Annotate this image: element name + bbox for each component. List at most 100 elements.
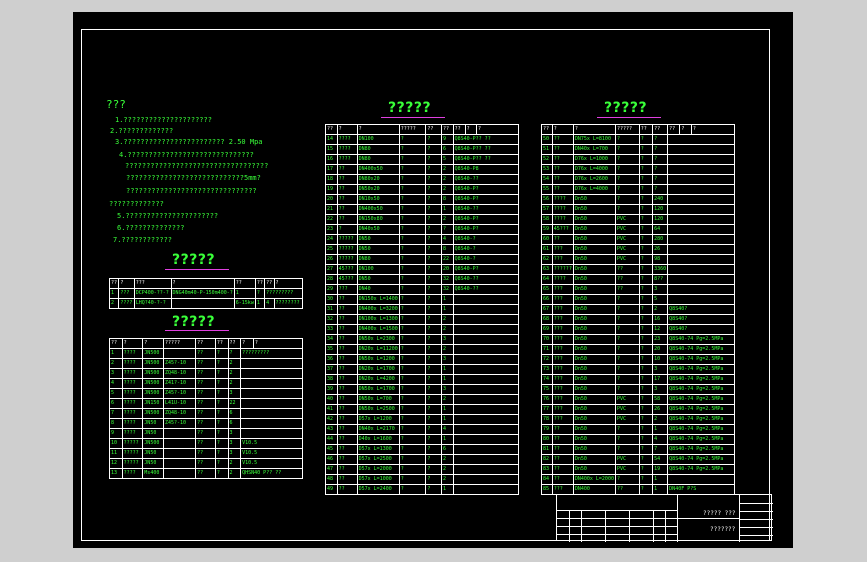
table-cell: ? <box>398 264 427 275</box>
table-cell: 76 <box>541 394 553 405</box>
table-cell: 2 <box>440 454 454 465</box>
table-cell: ZQ48-10 <box>162 408 197 419</box>
table-cell: ? <box>638 394 654 405</box>
table-cell: ? <box>214 418 229 429</box>
note-line: 7.???????????? <box>113 236 173 244</box>
title-block-stamp: ????? ??? <box>703 510 736 517</box>
table-cell: 3 <box>440 334 454 345</box>
table-cell: ? <box>638 274 654 285</box>
table-cell <box>162 468 197 479</box>
table-cell: Dn50 <box>572 394 616 405</box>
table-cell: DN400x L=3200 <box>356 304 400 315</box>
table-row: 1??? DCP400-??-? DNG40m40-P-150m400-? 1????… <box>108 288 303 299</box>
table-cell: 84 <box>541 474 553 485</box>
table-cell: ??? <box>551 364 574 375</box>
table-row: 84?? DN400x L=2000?? 1 <box>541 474 735 485</box>
table-cell: 6 <box>227 408 242 419</box>
table-cell: ? <box>425 294 442 305</box>
table-cell: ? <box>214 398 229 409</box>
table-cell: ? <box>638 194 654 205</box>
table-cell: ? <box>440 224 454 235</box>
table-cell: ?? <box>336 324 358 335</box>
table-cell: ????? <box>336 254 358 265</box>
table-cell: Q8S40-74 Pg=2.5MPa <box>667 334 735 345</box>
table-cell: ?? <box>551 164 574 175</box>
table4-title: ????? <box>604 100 648 116</box>
column-header: ?? <box>667 124 681 135</box>
table-cell: Dn50 <box>572 344 616 355</box>
table-cell: 19 <box>325 184 338 195</box>
table-cell: ?? <box>336 424 358 435</box>
table-cell: D76x L=2600 <box>572 174 616 185</box>
table-cell: ??? <box>551 244 574 255</box>
table-cell: ? <box>614 344 640 355</box>
table-cell: ? <box>398 174 427 185</box>
table-cell: 3360 <box>652 264 669 275</box>
table-cell: ? <box>638 234 654 245</box>
table-cell: ? <box>614 324 640 335</box>
table-cell: LHQ?40-?-? <box>133 298 172 309</box>
table-cell: 24 <box>325 234 338 245</box>
table-cell <box>452 334 520 345</box>
table-cell: Dn50 <box>572 194 616 205</box>
table-cell: DNG40m40-P-150m400-? <box>170 288 235 299</box>
table-cell: ?? <box>551 234 574 245</box>
table-cell: Q8S40-74 Pg=2.5MPa <box>667 344 735 355</box>
table-cell: 4 <box>652 434 669 445</box>
table-cell: Q8S40-?? <box>452 284 520 295</box>
table-cell: ? <box>614 314 640 325</box>
table-cell: ???? <box>121 388 144 399</box>
table-cell: ??? <box>551 394 574 405</box>
table-row: 44?? D40x L=1600?? 1 <box>325 434 520 445</box>
table-cell: ? <box>638 314 654 325</box>
table-cell <box>667 214 735 225</box>
table-cell: 11 <box>109 448 123 459</box>
table-cell: Q8S40-P? <box>452 264 520 275</box>
table-cell: ?? <box>551 134 574 145</box>
table-cell <box>452 394 520 405</box>
table-cell: 2 <box>440 164 454 175</box>
table-cell: ?? <box>195 418 216 429</box>
table-cell: 82 <box>541 454 553 465</box>
table-cell: 2 <box>440 344 454 355</box>
table-cell: ? <box>214 458 229 469</box>
table-cell: 55 <box>541 184 553 195</box>
table-row: 42?? D57x L=1200?? 1 <box>325 414 520 425</box>
table-cell: 3 <box>652 284 669 295</box>
table-cell: ? <box>398 464 427 475</box>
table-cell: 62 <box>541 254 553 265</box>
table-cell: ? <box>425 344 442 355</box>
table-cell: ???? <box>121 368 144 379</box>
table-row: 39?? DN50x L=1700?? 3 <box>325 384 520 395</box>
table-cell: ? <box>638 344 654 355</box>
column-header: ? <box>475 124 520 135</box>
column-header: ?? <box>325 124 338 135</box>
table-cell: 35 <box>325 344 338 355</box>
table-cell: 22 <box>325 214 338 225</box>
table-cell <box>667 284 735 295</box>
table-cell: ? <box>214 468 229 479</box>
table-cell: ? <box>398 134 427 145</box>
table-cell <box>667 244 735 255</box>
table-row: 8???? JN50 Z45?-10??? 6 <box>109 418 303 429</box>
table-cell: ? <box>398 484 427 495</box>
column-header: ? <box>572 124 616 135</box>
table-cell: ? <box>425 144 442 155</box>
table-cell: ?? <box>336 184 358 195</box>
table-cell: DN100 <box>356 134 400 145</box>
table-cell: ? <box>638 364 654 375</box>
table-row: 17?? DN400x50?? 2 Q8S40-P8 <box>325 164 520 175</box>
table-cell <box>162 448 197 459</box>
column-header: ????? <box>398 124 427 135</box>
table-row: 64???? Dn50??? 8?? <box>541 274 735 285</box>
table-cell <box>667 194 735 205</box>
table-cell: DN50x20 <box>356 184 400 195</box>
table-cell: 7 <box>652 444 669 455</box>
table-cell: 3 <box>440 354 454 365</box>
table-cell: ? <box>652 144 669 155</box>
table-cell: D57x L=2500 <box>356 454 400 465</box>
table-cell: ? <box>614 164 640 175</box>
table-row: 34?? DN50x L=2300?? 3 <box>325 334 520 345</box>
table-cell: L41U-10 <box>162 398 197 409</box>
table-cell: ? <box>398 254 427 265</box>
